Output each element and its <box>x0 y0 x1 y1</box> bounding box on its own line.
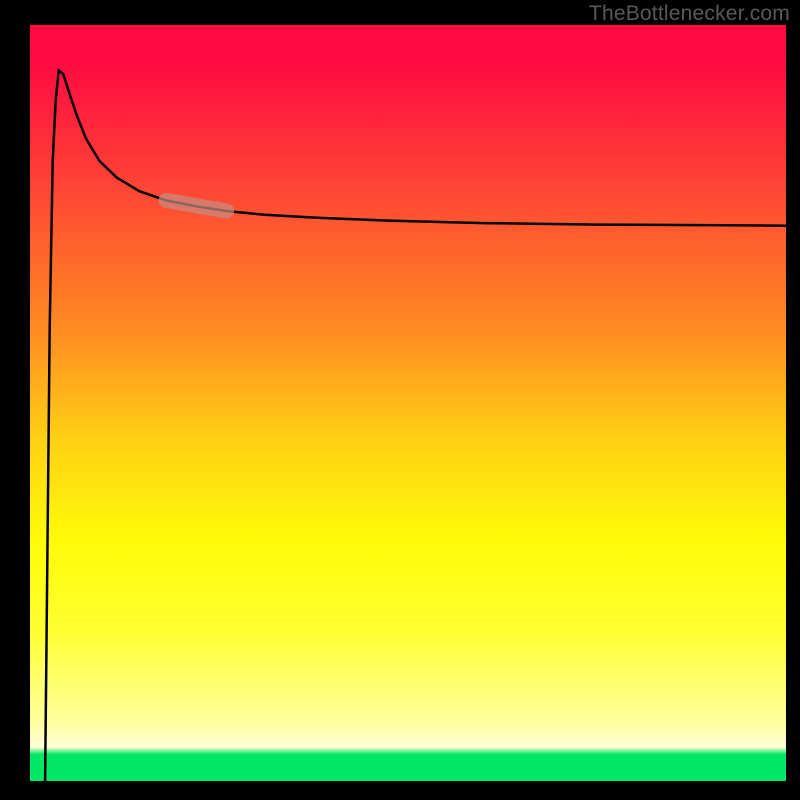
watermark-text: TheBottlenecker.com <box>589 2 790 26</box>
bottleneck-curve <box>45 70 786 781</box>
highlight-segment <box>166 200 227 211</box>
plot-area <box>30 25 786 781</box>
chart-container: TheBottlenecker.com <box>0 0 800 800</box>
curve-svg <box>30 25 786 781</box>
